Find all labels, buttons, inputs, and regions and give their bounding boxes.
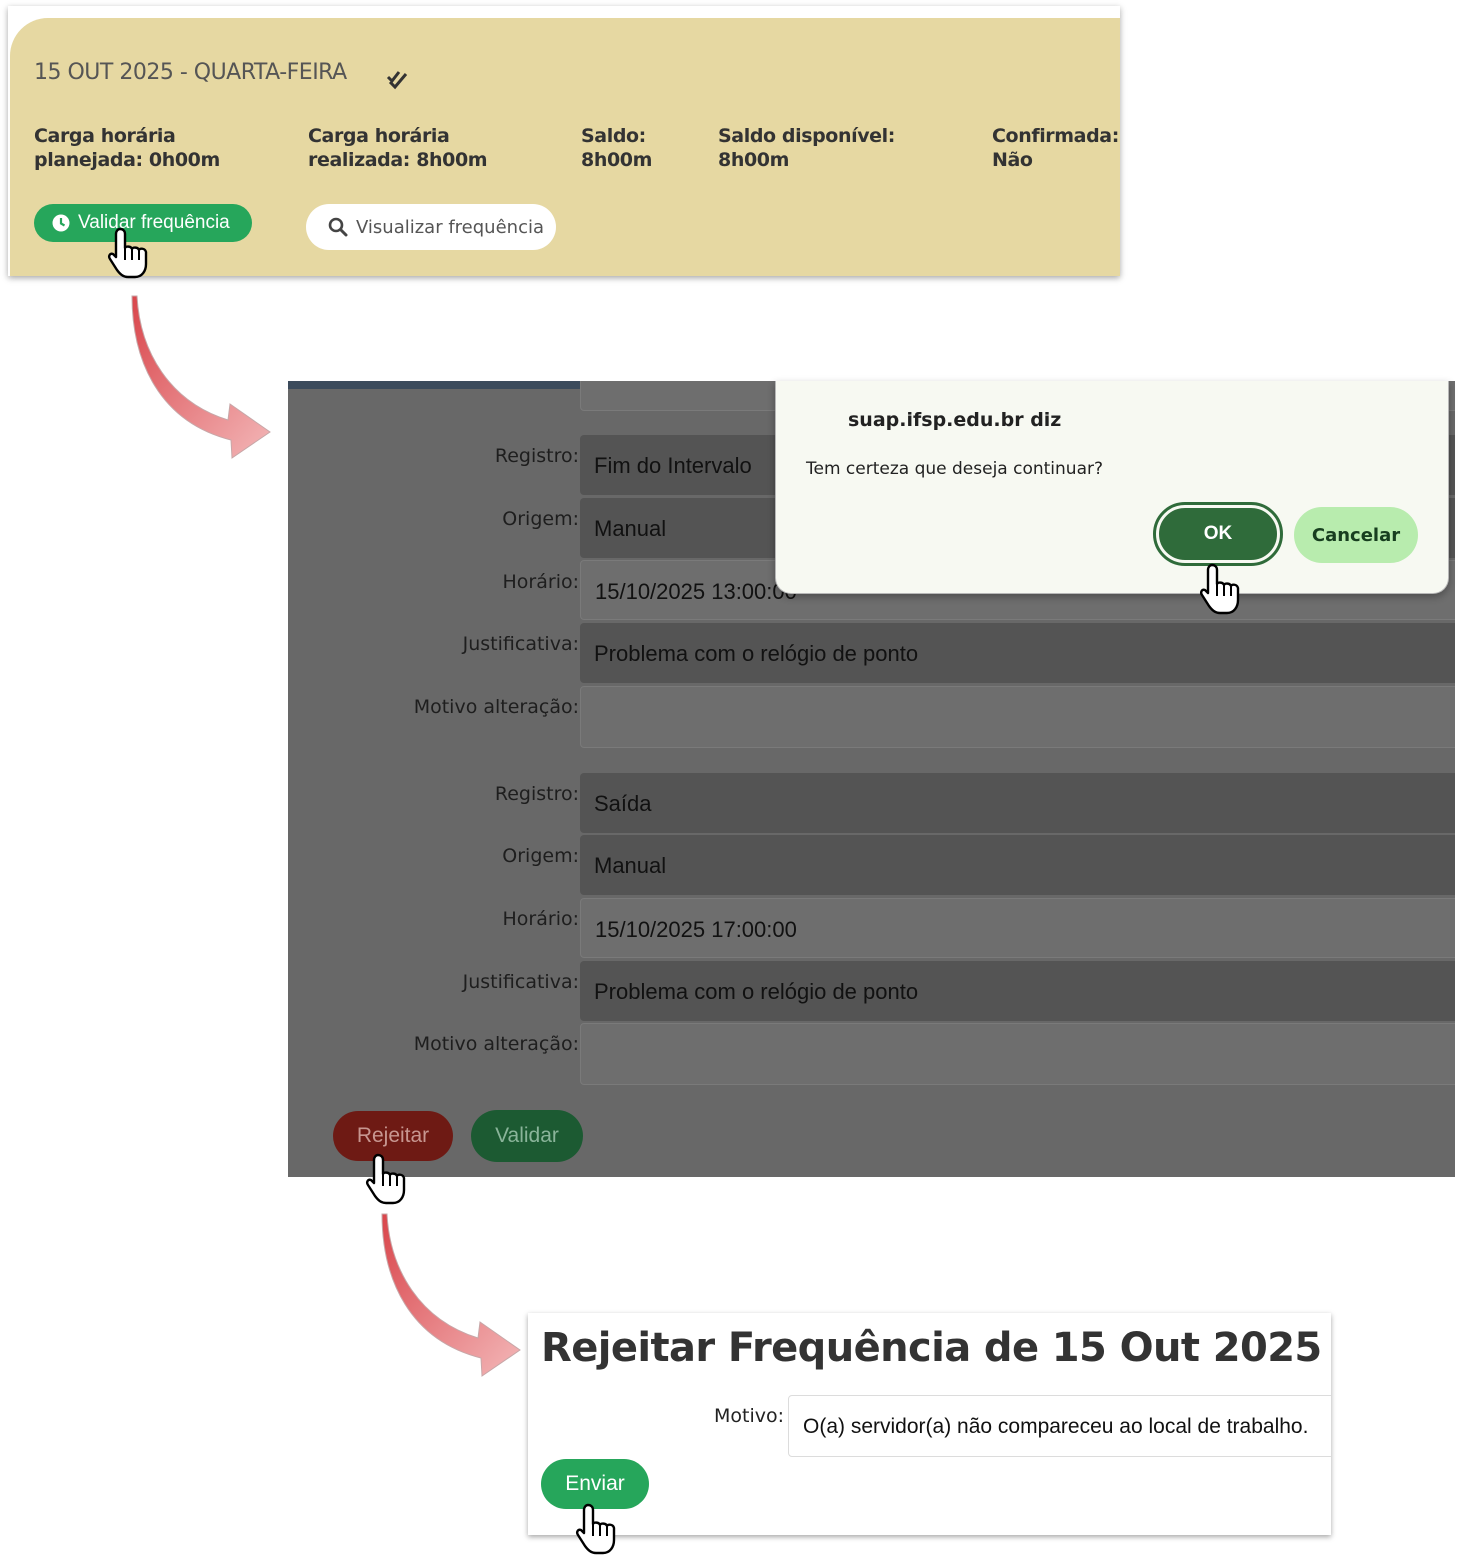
stat-saldo-disponivel: Saldo disponível: 8h00m	[718, 125, 895, 171]
motivo-alteracao-label: Motivo alteração:	[413, 1033, 579, 1055]
hand-cursor-icon	[364, 1152, 410, 1206]
origem-field[interactable]: Manual	[580, 835, 1455, 895]
search-icon	[328, 217, 348, 237]
motivo-label: Motivo:	[714, 1405, 785, 1427]
registro-label: Registro:	[494, 445, 579, 467]
stat-carga-planejada: Carga horária planejada: 0h00m	[34, 125, 220, 171]
justificativa-field[interactable]: Problema com o relógio de ponto	[580, 961, 1455, 1021]
curved-arrow-icon	[131, 295, 271, 459]
motivo-input[interactable]: O(a) servidor(a) não compareceu ao local…	[788, 1395, 1331, 1457]
validar-button[interactable]: Validar	[471, 1110, 583, 1162]
hand-cursor-icon	[574, 1502, 620, 1556]
stat-carga-realizada: Carga horária realizada: 8h00m	[308, 125, 488, 171]
visualizar-frequencia-button[interactable]: Visualizar frequência	[306, 204, 556, 250]
registro-field[interactable]: Saída	[580, 773, 1455, 833]
dialog-title: suap.ifsp.edu.br diz	[848, 409, 1062, 431]
horario-label: Horário:	[502, 908, 579, 930]
double-check-icon	[386, 71, 408, 90]
cancel-button[interactable]: Cancelar	[1294, 507, 1418, 563]
day-card: 15 OUT 2025 - QUARTA-FEIRA Carga horária…	[8, 6, 1120, 276]
hand-cursor-icon	[1198, 562, 1244, 616]
justificativa-label: Justificativa:	[462, 633, 579, 655]
clock-icon	[52, 214, 70, 232]
stat-saldo: Saldo: 8h00m	[581, 125, 652, 171]
registro-label: Registro:	[494, 783, 579, 805]
hand-cursor-icon	[106, 226, 152, 280]
dialog-message: Tem certeza que deseja continuar?	[806, 459, 1104, 479]
reject-form-panel: Rejeitar Frequência de 15 Out 2025 Motiv…	[528, 1313, 1331, 1535]
page-title: Rejeitar Frequência de 15 Out 2025	[541, 1325, 1322, 1371]
horario-field[interactable]: 15/10/2025 17:00:00	[580, 898, 1455, 958]
motivo-alteracao-label: Motivo alteração:	[413, 696, 579, 718]
origem-label: Origem:	[502, 845, 579, 867]
justificativa-label: Justificativa:	[462, 971, 579, 993]
justificativa-field[interactable]: Problema com o relógio de ponto	[580, 623, 1455, 683]
confirm-dialog: suap.ifsp.edu.br diz Tem certeza que des…	[775, 381, 1449, 594]
motivo-alteracao-field[interactable]	[580, 686, 1455, 748]
origem-label: Origem:	[502, 508, 579, 530]
ok-button[interactable]: OK	[1153, 502, 1283, 566]
motivo-alteracao-field[interactable]	[580, 1023, 1455, 1085]
stat-confirmada: Confirmada: Não	[992, 125, 1119, 171]
day-title: 15 OUT 2025 - QUARTA-FEIRA	[34, 60, 347, 85]
horario-label: Horário:	[502, 571, 579, 593]
curved-arrow-icon	[381, 1213, 521, 1377]
day-card-body: 15 OUT 2025 - QUARTA-FEIRA Carga horária…	[10, 18, 1120, 276]
